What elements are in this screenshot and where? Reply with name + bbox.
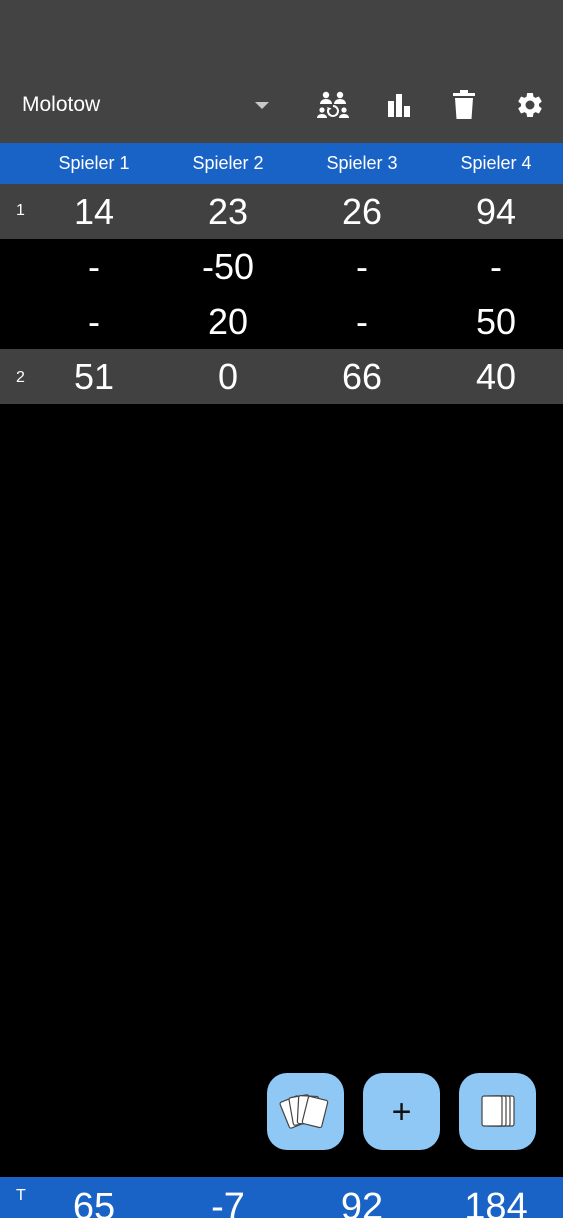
- card-fan-icon: [278, 1093, 328, 1129]
- add-icon: +: [391, 1092, 412, 1131]
- round-row[interactable]: 1 14 23 26 94: [0, 184, 563, 239]
- detail-score-cell: -50: [201, 246, 255, 287]
- statistics-button[interactable]: [380, 86, 418, 124]
- game-name: Molotow: [22, 93, 101, 116]
- player-name-2[interactable]: Spieler 2: [168, 143, 288, 184]
- round-score-cell: 51: [73, 356, 115, 397]
- detail-score-cell: -: [356, 301, 368, 342]
- player-name-4[interactable]: Spieler 4: [436, 143, 556, 184]
- round-number: 1: [16, 202, 25, 219]
- round-score-cell: 40: [475, 356, 517, 397]
- detail-row: - 20 - 50: [0, 294, 563, 349]
- round-score-cell: 94: [475, 191, 517, 232]
- app-bar: Molotow: [0, 0, 563, 143]
- detail-score-cell: -: [88, 246, 100, 287]
- detail-score-cell: 50: [475, 301, 517, 342]
- round-score-cell: 26: [341, 191, 383, 232]
- gear-icon: [518, 92, 542, 117]
- detail-row: - -50 - -: [0, 239, 563, 294]
- total-score-cell: 65: [72, 1186, 116, 1218]
- player-header-row: Spieler 1 Spieler 2 Spieler 3 Spieler 4: [0, 143, 563, 184]
- card-fan-button[interactable]: [267, 1073, 344, 1150]
- round-score-cell: 0: [217, 356, 239, 397]
- settings-button[interactable]: [511, 86, 549, 124]
- round-row[interactable]: 2 51 0 66 40: [0, 349, 563, 404]
- chevron-down-icon: [255, 102, 269, 109]
- round-score-cell: 23: [207, 191, 249, 232]
- card-stack-button[interactable]: [459, 1073, 536, 1150]
- player-name-1[interactable]: Spieler 1: [34, 143, 154, 184]
- total-score-cell: 184: [464, 1186, 528, 1218]
- detail-score-cell: -: [490, 246, 502, 287]
- trash-icon: [453, 90, 475, 119]
- delete-button[interactable]: [445, 86, 483, 124]
- round-number: 2: [16, 369, 25, 386]
- round-score-cell: 14: [73, 191, 115, 232]
- detail-score-cell: -: [356, 246, 368, 287]
- totals-label: T: [16, 1187, 26, 1204]
- player-name-3[interactable]: Spieler 3: [302, 143, 422, 184]
- detail-score-cell: -: [88, 301, 100, 342]
- total-score-cell: 92: [340, 1186, 384, 1218]
- total-score-cell: -7: [211, 1186, 245, 1218]
- detail-score-cell: 20: [207, 301, 249, 342]
- players-swap-button[interactable]: [314, 86, 352, 124]
- players-swap-icon: [317, 91, 349, 118]
- game-select-dropdown[interactable]: Molotow: [22, 86, 277, 124]
- totals-row: T 65 -7 92 184: [0, 1177, 563, 1218]
- card-stack-icon: [480, 1094, 515, 1127]
- round-score-cell: 66: [341, 356, 383, 397]
- bar-chart-icon: [388, 94, 410, 117]
- add-round-button[interactable]: +: [363, 1073, 440, 1150]
